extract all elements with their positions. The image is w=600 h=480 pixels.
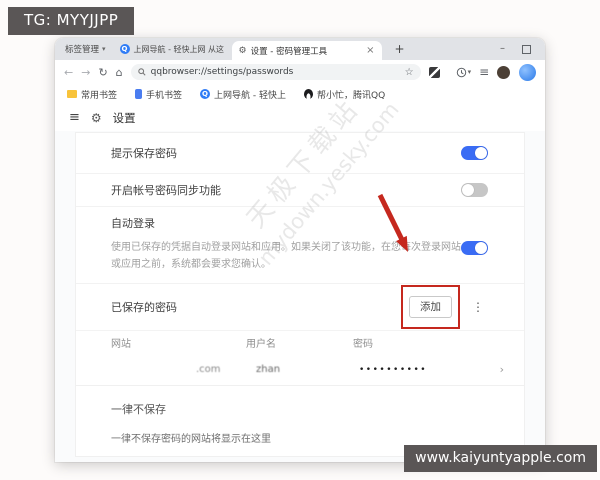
setting-description: 使用已保存的凭据自动登录网站和应用。如果关闭了该功能，在您每次登录网站或应用之前… <box>111 242 461 270</box>
annotation-red-box: 添加 <box>401 284 460 330</box>
bookmark-nav-site[interactable]: Q 上网导航 - 轻快上 <box>200 88 286 101</box>
setting-row-save-prompt: 提示保存密码 <box>76 133 524 174</box>
passwords-settings-card: 提示保存密码 开启帐号密码同步功能 自动登录 使用已保存的凭据自动登录网站和应用… <box>75 132 525 457</box>
auto-login-toggle[interactable] <box>461 241 488 255</box>
site-watermark-badge: www.kaiyuntyapple.com <box>404 445 597 472</box>
browser-window: 标签管理 ▾ Q 上网导航 - 轻快上网 从这里开始 ⚙ 设置 - 密码管理工具… <box>55 38 545 462</box>
url-text: qqbrowser://settings/passwords <box>150 67 294 77</box>
bookmark-qq-help[interactable]: 帮小忙，腾讯QQ <box>304 88 385 101</box>
tab-manager-button[interactable]: 标签管理 ▾ <box>65 43 106 55</box>
save-prompt-toggle[interactable] <box>461 146 488 160</box>
column-password: 密码 <box>353 338 373 350</box>
bookmark-label: 常用书签 <box>81 90 118 101</box>
account-avatar[interactable] <box>519 63 537 81</box>
close-tab-icon[interactable]: × <box>366 45 374 56</box>
maximize-button[interactable] <box>522 44 531 54</box>
caret-down-icon: ▾ <box>467 67 472 76</box>
setting-label: 自动登录 <box>111 217 155 230</box>
password-sync-toggle[interactable] <box>461 183 488 197</box>
tab-manager-label: 标签管理 <box>65 45 100 55</box>
setting-row-auto-login: 自动登录 使用已保存的凭据自动登录网站和应用。如果关闭了该功能，在您每次登录网站… <box>76 207 524 284</box>
chevron-right-icon[interactable]: › <box>500 363 504 376</box>
page-title: 设置 <box>112 110 136 125</box>
settings-header: ≡ ⚙ 设置 <box>55 104 545 131</box>
tab-home[interactable]: Q 上网导航 - 轻快上网 从这里开始 <box>119 44 224 55</box>
tab-settings-title: 设置 - 密码管理工具 <box>250 46 328 57</box>
never-save-title: 一律不保存 <box>111 403 166 416</box>
bookmark-label: 上网导航 - 轻快上 <box>214 90 287 101</box>
tab-settings[interactable]: ⚙ 设置 - 密码管理工具 × <box>231 41 382 60</box>
bookmark-label: 帮小忙，腾讯QQ <box>317 90 386 101</box>
qq-browser-logo-icon: Q <box>200 89 211 99</box>
penguin-icon <box>304 89 314 99</box>
bookmark-folder-mobile[interactable]: 手机书签 <box>135 88 182 101</box>
setting-label: 提示保存密码 <box>111 147 177 160</box>
passwords-table-header: 网站 用户名 密码 <box>76 330 524 353</box>
bookmark-folder-common[interactable]: 常用书签 <box>67 88 117 101</box>
browser-menu-icon[interactable]: ≡ <box>479 65 489 79</box>
window-controls: – <box>500 44 531 54</box>
history-icon[interactable]: ▾ <box>456 67 472 78</box>
settings-page: ≡ ⚙ 设置 提示保存密码 开启帐号密码同步功能 自动登录 使用已保存的凭据自动… <box>55 104 545 462</box>
bookmarks-bar: 常用书签 手机书签 Q 上网导航 - 轻快上 帮小忙，腾讯QQ <box>55 84 545 105</box>
overflow-menu-icon[interactable]: ⋮ <box>472 300 484 314</box>
home-icon[interactable]: ⌂ <box>116 67 123 78</box>
phone-icon <box>135 89 143 99</box>
url-input[interactable]: qqbrowser://settings/passwords ☆ <box>130 64 421 80</box>
tab-strip: 标签管理 ▾ Q 上网导航 - 轻快上网 从这里开始 ⚙ 设置 - 密码管理工具… <box>55 38 545 60</box>
tg-watermark-badge: TG: MYYJJPP <box>8 7 135 35</box>
bookmark-star-icon[interactable]: ☆ <box>405 67 414 78</box>
saved-passwords-header: 已保存的密码 添加 ⋮ <box>76 284 524 330</box>
toggle-knob <box>475 242 487 254</box>
username-cell: zhan <box>256 363 281 375</box>
hamburger-menu-icon[interactable]: ≡ <box>69 110 80 125</box>
setting-row-password-sync: 开启帐号密码同步功能 <box>76 174 524 207</box>
gear-icon: ⚙ <box>238 45 247 56</box>
password-cell: •••••••••• <box>359 364 428 375</box>
gear-icon: ⚙ <box>90 110 102 125</box>
column-website: 网站 <box>111 338 131 350</box>
navigation-toolbar: ← → ↻ ⌂ qqbrowser://settings/passwords ☆… <box>55 60 545 84</box>
setting-label: 开启帐号密码同步功能 <box>111 184 221 197</box>
reload-icon[interactable]: ↻ <box>98 67 107 78</box>
bookmark-label: 手机书签 <box>146 90 183 101</box>
tab-home-title: 上网导航 - 轻快上网 从这里开始 <box>133 44 224 54</box>
qq-browser-logo-icon: Q <box>119 44 130 54</box>
search-icon <box>137 68 146 76</box>
profile-avatar[interactable] <box>497 65 511 79</box>
column-username: 用户名 <box>246 338 276 350</box>
forward-icon[interactable]: → <box>81 67 90 78</box>
add-password-button[interactable]: 添加 <box>409 295 452 319</box>
password-entry-row[interactable]: .com zhan •••••••••• › <box>76 353 524 386</box>
website-cell: .com <box>196 363 221 375</box>
extension-icon[interactable] <box>428 66 440 78</box>
new-tab-button[interactable]: + <box>395 42 405 56</box>
section-title: 已保存的密码 <box>111 301 177 314</box>
toggle-knob <box>475 147 487 159</box>
back-icon[interactable]: ← <box>64 67 73 78</box>
minimize-button[interactable]: – <box>500 44 505 54</box>
clock-icon <box>456 67 466 77</box>
folder-icon <box>67 90 77 98</box>
caret-down-icon: ▾ <box>102 45 106 53</box>
toggle-knob <box>462 184 474 196</box>
